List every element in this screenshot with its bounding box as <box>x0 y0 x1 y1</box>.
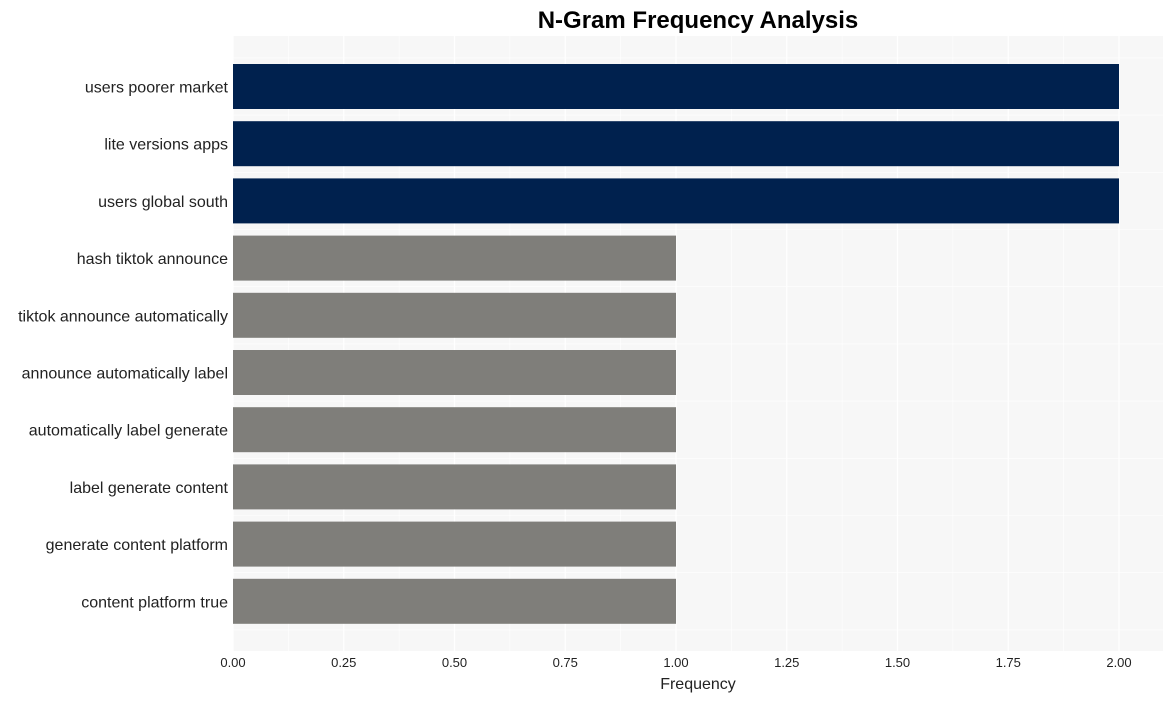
bar <box>233 350 676 395</box>
y-tick-label: users poorer market <box>85 80 229 97</box>
x-tick-label: 1.50 <box>885 655 910 670</box>
y-tick-label: tiktok announce automatically <box>18 308 228 325</box>
x-tick-label: 0.50 <box>442 655 467 670</box>
y-tick-label: hash tiktok announce <box>77 251 228 268</box>
y-tick-label: lite versions apps <box>104 137 228 154</box>
bar <box>233 578 676 624</box>
bar <box>233 121 1119 167</box>
x-tick-label: 0.25 <box>331 655 356 670</box>
x-tick-label: 1.75 <box>996 655 1021 670</box>
chart: users poorer market lite versions apps use… <box>18 7 1163 693</box>
y-tick-label: automatically label generate <box>29 423 228 440</box>
y-tick-label: content platform true <box>81 594 228 611</box>
bar <box>233 407 676 453</box>
bar <box>233 64 1119 109</box>
x-axis-ticks: 0.00 0.25 0.50 0.75 1.00 1.25 1.50 1.75 2.00 <box>220 655 1131 670</box>
y-tick-label: announce automatically label <box>22 366 228 383</box>
y-axis-labels: users poorer market lite versions apps use… <box>18 80 228 612</box>
bar <box>233 178 1119 224</box>
x-tick-label: 1.00 <box>663 655 688 670</box>
y-tick-label: label generate content <box>70 480 229 497</box>
bar <box>233 521 676 567</box>
x-tick-label: 1.25 <box>774 655 799 670</box>
chart-title: N-Gram Frequency Analysis <box>538 7 859 34</box>
y-tick-label: users global south <box>98 194 228 211</box>
x-tick-label: 2.00 <box>1106 655 1131 670</box>
bar <box>233 464 676 510</box>
x-tick-label: 0.00 <box>220 655 245 670</box>
y-tick-label: generate content platform <box>46 537 228 554</box>
bar <box>233 235 676 281</box>
bar <box>233 292 676 338</box>
x-tick-label: 0.75 <box>553 655 578 670</box>
x-axis-label: Frequency <box>660 676 736 693</box>
